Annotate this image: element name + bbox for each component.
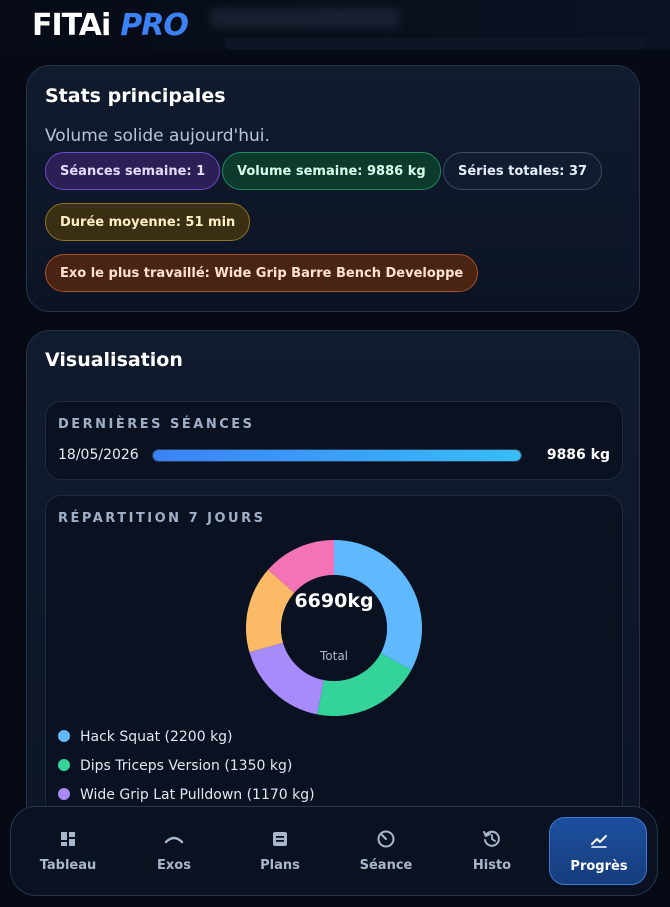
session-volume-value: 9886 kg	[546, 447, 610, 463]
legend-label: Dips Triceps Version (1350 kg)	[80, 758, 293, 774]
nav-exos[interactable]: Exos	[125, 817, 223, 885]
avg-duration-badge: Durée moyenne: 51 min	[45, 203, 251, 241]
volume-week-badge: Volume semaine: 9886 kg	[222, 152, 441, 190]
top-exercise-badge: Exo le plus travaillé: Wide Grip Barre B…	[45, 254, 479, 292]
nav-label: Séance	[359, 858, 413, 873]
legend-label: Hack Squat (2200 kg)	[80, 729, 233, 745]
app-logo[interactable]: FITAi PRO	[32, 6, 189, 46]
distribution-label: RÉPARTITION 7 JOURS	[58, 511, 266, 526]
session-volume-bar-fill	[153, 450, 521, 461]
stats-card: Stats principales Volume solide aujourd'…	[26, 65, 640, 312]
nav-seance[interactable]: Séance	[337, 817, 435, 885]
stats-subtitle: Volume solide aujourd'hui.	[45, 126, 270, 146]
dashboard-icon	[61, 832, 75, 846]
nav-histo[interactable]: Histo	[443, 817, 541, 885]
top-bar: FITAi PRO	[0, 0, 670, 50]
nav-label: Tableau	[39, 858, 97, 873]
nav-label: Exos	[157, 858, 191, 873]
donut-total-value: 6690kg	[294, 590, 374, 612]
nav-label: Histo	[472, 858, 512, 873]
session-volume-bar	[152, 449, 522, 462]
nav-tableau[interactable]: Tableau	[19, 817, 117, 885]
barbell-icon	[164, 836, 184, 844]
logo-accent: PRO	[120, 8, 189, 43]
plans-icon	[273, 832, 287, 846]
nav-progres[interactable]: Progrès	[549, 817, 647, 885]
legend-dot	[58, 759, 70, 771]
recent-sessions-panel: DERNIÈRES SÉANCES 18/05/2026 9886 kg	[45, 401, 623, 480]
nav-label: Plans	[260, 858, 300, 873]
blurred-header-text	[210, 8, 400, 28]
visualisation-title: Visualisation	[45, 349, 183, 371]
sessions-week-badge: Séances semaine: 1	[45, 152, 221, 190]
donut-center: 6690kg Total	[244, 538, 424, 718]
total-sets-badge: Séries totales: 37	[443, 152, 603, 190]
stats-title: Stats principales	[45, 85, 226, 107]
legend-dot	[58, 730, 70, 742]
chart-line-icon	[591, 835, 607, 848]
legend-item: Hack Squat (2200 kg)	[58, 729, 233, 749]
nav-plans[interactable]: Plans	[231, 817, 329, 885]
legend-dot	[58, 788, 70, 800]
legend-item: Wide Grip Lat Pulldown (1170 kg)	[58, 787, 315, 807]
legend-label: Wide Grip Lat Pulldown (1170 kg)	[80, 787, 315, 803]
bottom-nav: Tableau Exos Plans Séance Histo Progrès	[10, 806, 658, 896]
history-icon	[483, 830, 500, 847]
recent-sessions-label: DERNIÈRES SÉANCES	[58, 417, 255, 432]
donut-total-label: Total	[319, 649, 349, 663]
logo-main: FITAi	[32, 8, 111, 43]
distribution-donut: 6690kg Total	[244, 538, 424, 718]
header-strip	[225, 38, 645, 50]
legend-item: Dips Triceps Version (1350 kg)	[58, 758, 292, 778]
timer-icon	[377, 830, 395, 848]
session-date: 18/05/2026	[58, 447, 139, 463]
nav-label: Progrès	[570, 859, 628, 874]
